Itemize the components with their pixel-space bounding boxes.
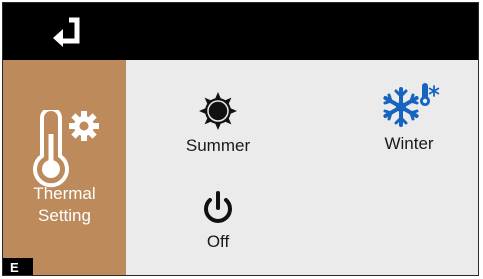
thermometer-gear-icon — [33, 110, 99, 188]
thermal-setting-screen: Thermal Setting E Summer Winter Off — [2, 2, 479, 276]
sidebar-thermal-setting: Thermal Setting E — [3, 60, 126, 275]
mode-badge: E — [3, 258, 33, 275]
off-option[interactable]: Off — [171, 191, 265, 252]
power-icon — [204, 191, 232, 223]
sidebar-label: Thermal Setting — [3, 183, 126, 227]
summer-label: Summer — [185, 136, 251, 155]
summer-option[interactable]: Summer — [171, 91, 265, 156]
back-button[interactable] — [47, 17, 87, 47]
winter-label: Winter — [384, 134, 434, 153]
top-bar — [3, 3, 478, 60]
sidebar-label-line2: Setting — [38, 206, 91, 225]
back-return-icon — [53, 17, 80, 47]
winter-option[interactable]: Winter — [359, 83, 459, 154]
sidebar-label-line1: Thermal — [33, 184, 96, 203]
off-label: Off — [206, 232, 230, 251]
sun-icon — [199, 92, 237, 130]
snowflake-thermometer-icon — [383, 83, 440, 127]
